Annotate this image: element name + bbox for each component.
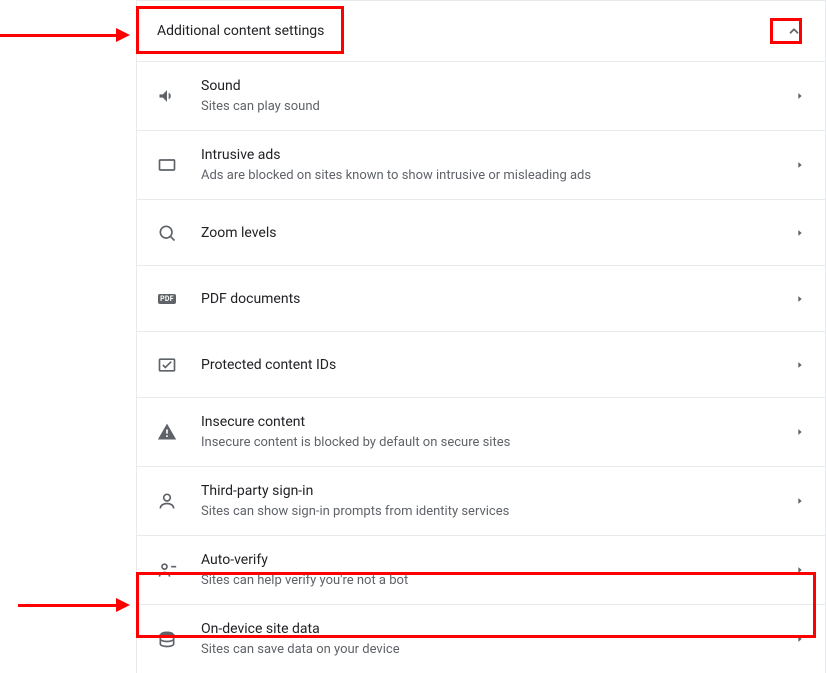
- setting-subtitle: Sites can show sign-in prompts from iden…: [201, 503, 787, 521]
- pdf-icon: PDF: [157, 289, 177, 309]
- setting-subtitle: Sites can help verify you're not a bot: [201, 572, 787, 590]
- collapse-button[interactable]: [783, 20, 805, 42]
- zoom-icon: [157, 223, 177, 243]
- chevron-right-icon: [795, 565, 805, 575]
- chevron-right-icon: [795, 427, 805, 437]
- protected-content-icon: [157, 355, 177, 375]
- setting-title: Third-party sign-in: [201, 481, 787, 501]
- third-party-signin-icon: [157, 491, 177, 511]
- setting-row-protected-content[interactable]: Protected content IDs: [137, 331, 825, 397]
- setting-title: PDF documents: [201, 289, 787, 309]
- setting-row-pdf-documents[interactable]: PDF PDF documents: [137, 265, 825, 331]
- setting-subtitle: Ads are blocked on sites known to show i…: [201, 167, 787, 185]
- setting-row-body: Intrusive ads Ads are blocked on sites k…: [201, 131, 787, 199]
- section-header[interactable]: Additional content settings: [137, 1, 825, 61]
- setting-row-sound[interactable]: Sound Sites can play sound: [137, 61, 825, 130]
- setting-title: Auto-verify: [201, 550, 787, 570]
- intrusive-ads-icon: [157, 155, 177, 175]
- setting-row-intrusive-ads[interactable]: Intrusive ads Ads are blocked on sites k…: [137, 130, 825, 199]
- chevron-right-icon: [795, 360, 805, 370]
- setting-title: Insecure content: [201, 412, 787, 432]
- setting-title: Protected content IDs: [201, 355, 787, 375]
- setting-row-on-device-site-data[interactable]: On-device site data Sites can save data …: [137, 604, 825, 673]
- setting-row-body: Insecure content Insecure content is blo…: [201, 398, 787, 466]
- setting-row-body: Sound Sites can play sound: [201, 62, 787, 130]
- setting-row-body: On-device site data Sites can save data …: [201, 605, 787, 673]
- setting-subtitle: Sites can play sound: [201, 98, 787, 116]
- setting-subtitle: Insecure content is blocked by default o…: [201, 434, 787, 452]
- chevron-right-icon: [795, 228, 805, 238]
- setting-title: On-device site data: [201, 619, 787, 639]
- setting-row-auto-verify[interactable]: Auto-verify Sites can help verify you're…: [137, 535, 825, 604]
- chevron-right-icon: [795, 160, 805, 170]
- on-device-data-icon: [157, 629, 177, 649]
- setting-title: Sound: [201, 76, 787, 96]
- chevron-right-icon: [795, 294, 805, 304]
- setting-subtitle: Sites can save data on your device: [201, 641, 787, 659]
- chevron-right-icon: [795, 496, 805, 506]
- setting-row-body: Third-party sign-in Sites can show sign-…: [201, 467, 787, 535]
- chevron-up-icon: [787, 24, 801, 38]
- annotation-arrow-top: [0, 28, 136, 44]
- setting-row-body: Auto-verify Sites can help verify you're…: [201, 536, 787, 604]
- auto-verify-icon: [157, 560, 177, 580]
- additional-content-settings-panel: Additional content settings Sound Sites …: [136, 0, 826, 673]
- insecure-content-icon: [157, 422, 177, 442]
- setting-row-zoom-levels[interactable]: Zoom levels: [137, 199, 825, 265]
- sound-icon: [157, 86, 177, 106]
- setting-row-insecure-content[interactable]: Insecure content Insecure content is blo…: [137, 397, 825, 466]
- setting-row-body: Zoom levels: [201, 209, 787, 257]
- annotation-arrow-bottom: [0, 598, 136, 614]
- setting-row-third-party-signin[interactable]: Third-party sign-in Sites can show sign-…: [137, 466, 825, 535]
- setting-title: Intrusive ads: [201, 145, 787, 165]
- chevron-right-icon: [795, 91, 805, 101]
- section-title: Additional content settings: [157, 23, 324, 39]
- setting-row-body: PDF documents: [201, 275, 787, 323]
- setting-row-body: Protected content IDs: [201, 341, 787, 389]
- setting-title: Zoom levels: [201, 223, 787, 243]
